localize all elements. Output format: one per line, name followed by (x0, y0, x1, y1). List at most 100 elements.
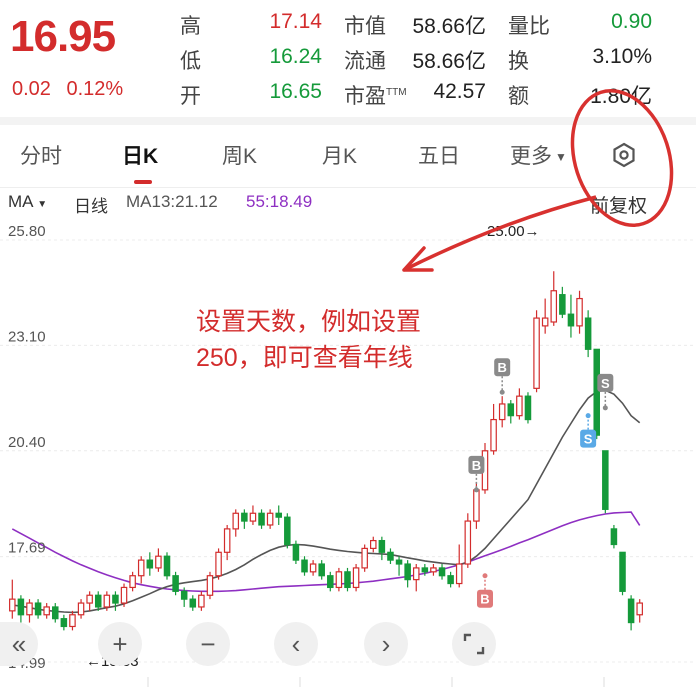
adjust-mode-toggle[interactable]: 前复权 (590, 191, 647, 218)
candle-body (636, 602, 643, 616)
candle-body (146, 559, 154, 569)
candle-body (627, 598, 635, 624)
signal-label: B (472, 458, 481, 473)
candle (550, 271, 558, 326)
move-left-button[interactable]: ‹ (274, 622, 318, 666)
kline-chart[interactable]: BSSBB 25.8023.1020.4017.6914.99 25.00→ ←… (0, 222, 696, 687)
candle-body (490, 418, 497, 452)
candle (395, 556, 403, 576)
ma55-path (11, 511, 641, 593)
chart-settings-button[interactable] (605, 136, 643, 174)
amount-label: 额 (508, 85, 529, 108)
candle-body (473, 489, 480, 522)
candle-body (447, 575, 454, 585)
move-right-button[interactable]: › (364, 622, 408, 666)
candle-body (301, 559, 308, 573)
candle (94, 591, 102, 611)
candle (584, 310, 592, 358)
candle (120, 583, 128, 607)
low-label: 低 (180, 50, 201, 73)
candle (498, 396, 506, 428)
ma13-line (12, 389, 641, 614)
candle-body (593, 348, 600, 436)
candle (619, 551, 626, 596)
candle-body (284, 516, 291, 546)
fullscreen-button[interactable] (452, 622, 496, 666)
candle (189, 595, 197, 611)
candle-body (120, 586, 128, 604)
candle-body (249, 512, 257, 522)
candle (17, 595, 25, 623)
candle (9, 579, 16, 619)
candle (172, 571, 179, 596)
ma13-path (12, 389, 641, 614)
buy-signal: B (477, 573, 493, 608)
candle-body (550, 290, 558, 323)
candle (387, 548, 394, 565)
zoom-out-button[interactable]: − (186, 622, 230, 666)
chevron-right-icon: › (381, 628, 391, 659)
candle-body (559, 294, 566, 315)
candle (567, 294, 575, 338)
tab-five-day[interactable]: 五日 (418, 140, 460, 170)
candle-body (292, 543, 300, 561)
candle-body (103, 594, 111, 608)
candle-body (412, 567, 420, 581)
candle-body (52, 606, 59, 620)
candle (155, 548, 162, 572)
candle (370, 536, 377, 553)
candle-body (86, 594, 93, 604)
double-left-icon: « (11, 628, 27, 659)
tab-daily-k[interactable]: 日K (122, 140, 158, 170)
candle-body (533, 317, 540, 389)
candle-body (335, 571, 343, 589)
candle (206, 571, 214, 600)
candle-body (524, 395, 532, 421)
candle-body (378, 539, 386, 553)
candle (576, 290, 583, 334)
ma55-line (11, 511, 641, 593)
candle (559, 286, 566, 319)
candle-body (387, 551, 394, 561)
candle (636, 599, 643, 623)
caret-down-icon: ▼ (37, 199, 48, 210)
open-label: 开 (180, 85, 201, 108)
candle (129, 571, 136, 592)
candle-body (163, 555, 171, 577)
candle (301, 556, 308, 576)
ma13-value: MA13:21.12 (126, 192, 218, 211)
tab-weekly-k[interactable]: 周K (222, 140, 257, 170)
y-tick-label: 20.40 (8, 434, 46, 451)
candle (34, 599, 42, 619)
candle (593, 348, 600, 440)
candle (335, 567, 343, 592)
candle-body (189, 598, 197, 608)
candle-body (129, 575, 136, 589)
candle (275, 505, 282, 525)
ma-indicator-select[interactable]: MA ▼ (8, 192, 47, 212)
tab-more[interactable]: 更多 ▼ (510, 140, 567, 170)
candle-body (9, 598, 16, 612)
candle-body (215, 551, 222, 577)
candle (524, 392, 532, 424)
candle-body (155, 555, 162, 569)
candle (455, 544, 463, 588)
candle (69, 610, 76, 631)
zoom-in-button[interactable]: + (98, 622, 142, 666)
candle (137, 556, 145, 584)
candle-body (77, 602, 85, 616)
signal-label: S (584, 432, 593, 447)
candle-body (266, 512, 274, 526)
volume-ratio-value: 0.90 (611, 10, 652, 33)
candle-body (17, 598, 25, 616)
candle-body (60, 618, 68, 628)
active-tab-indicator (134, 180, 152, 184)
tab-monthly-k[interactable]: 月K (322, 140, 357, 170)
turnover-label: 换 (508, 50, 529, 73)
candle-body (258, 512, 265, 526)
candle-body (172, 575, 179, 592)
candle-body (137, 559, 145, 577)
tab-intraday[interactable]: 分时 (20, 140, 62, 170)
candle (507, 400, 515, 424)
candle (232, 509, 240, 537)
